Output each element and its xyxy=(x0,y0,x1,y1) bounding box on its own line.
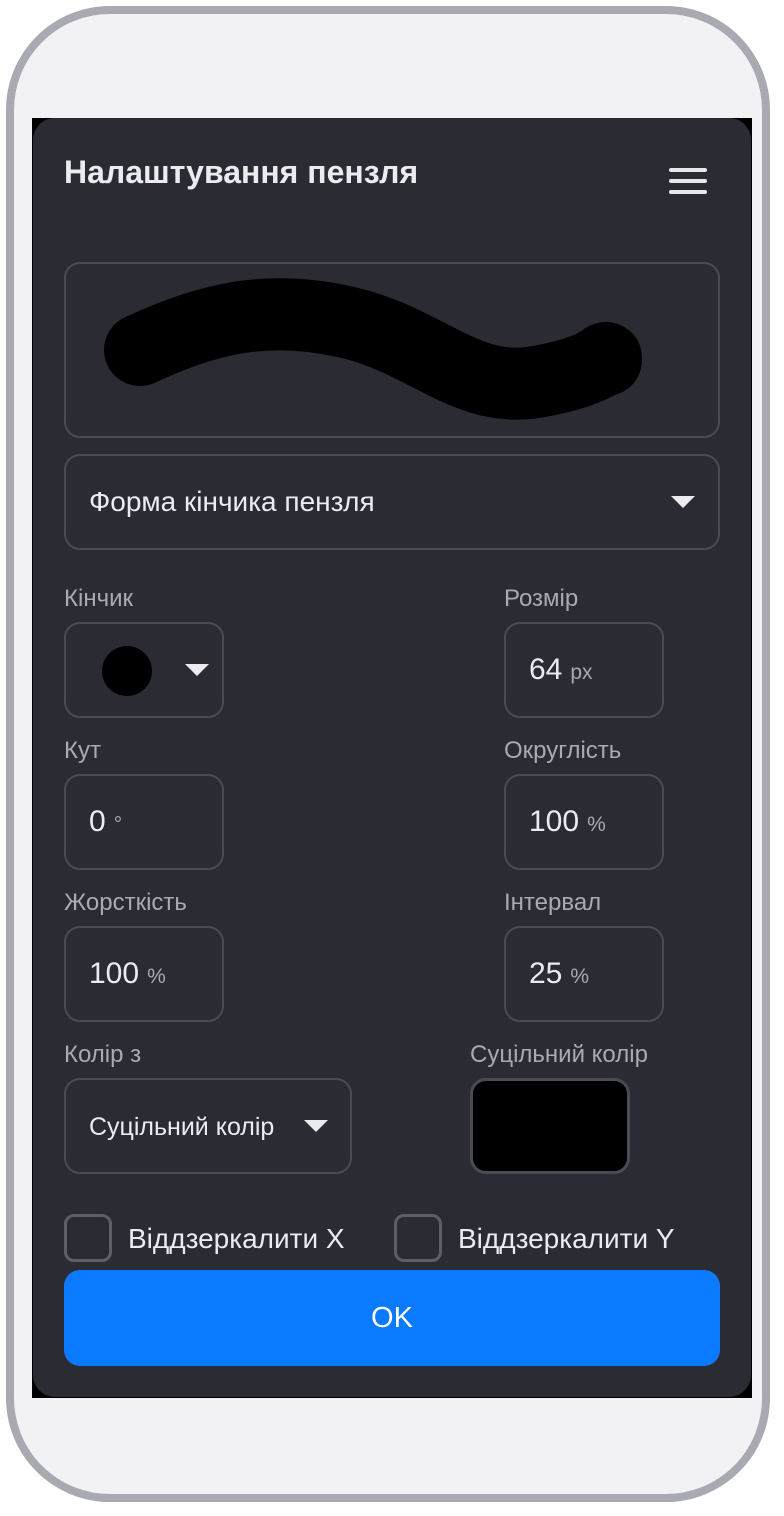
brush-shape-select-value: Форма кінчика пензля xyxy=(89,486,375,517)
chevron-down-icon xyxy=(671,496,695,508)
dialog-title: Налаштування пензля xyxy=(64,154,419,190)
hardness-value: 100 xyxy=(89,957,140,990)
roundness-label: Округлість xyxy=(504,737,622,764)
brush-settings-dialog: Налаштування пензля Форма кінчика пензля… xyxy=(33,118,751,1397)
chevron-down-icon xyxy=(304,1120,328,1132)
tip-label: Кінчик xyxy=(64,585,133,612)
spacing-input[interactable]: 25% xyxy=(504,926,664,1022)
hardness-unit: % xyxy=(147,965,166,988)
brush-tip-select[interactable] xyxy=(64,622,224,718)
roundness-value: 100 xyxy=(529,805,580,838)
flip-y-checkbox[interactable] xyxy=(394,1214,442,1262)
flip-x-checkbox[interactable] xyxy=(64,1214,112,1262)
angle-label: Кут xyxy=(64,737,101,764)
solid-color-swatch[interactable] xyxy=(470,1078,630,1174)
hamburger-menu-icon[interactable] xyxy=(669,168,707,196)
ok-button[interactable]: OK xyxy=(64,1270,720,1366)
brush-stroke-icon xyxy=(104,278,642,420)
size-value: 64 xyxy=(529,653,563,686)
size-unit: px xyxy=(570,661,593,684)
hardness-label: Жорсткість xyxy=(64,889,187,916)
brush-stroke-preview xyxy=(64,262,720,438)
solid-color-label: Суцільний колір xyxy=(470,1041,648,1068)
angle-input[interactable]: 0 ° xyxy=(64,774,224,870)
spacing-value: 25 xyxy=(529,957,563,990)
spacing-unit: % xyxy=(570,965,590,988)
round-tip-icon xyxy=(102,646,152,696)
color-source-label: Колір з xyxy=(64,1041,142,1068)
brush-shape-select[interactable]: Форма кінчика пензля xyxy=(64,454,720,550)
flip-x-label: Віддзеркалити X xyxy=(128,1223,345,1254)
spacing-label: Інтервал xyxy=(504,889,602,916)
size-label: Розмір xyxy=(504,585,579,612)
roundness-input[interactable]: 100% xyxy=(504,774,664,870)
flip-y-label: Віддзеркалити Y xyxy=(458,1223,675,1254)
chevron-down-icon xyxy=(185,664,209,676)
color-source-select[interactable]: Суцільний колір xyxy=(64,1078,352,1174)
roundness-unit: % xyxy=(587,813,606,836)
angle-unit: ° xyxy=(113,813,123,836)
size-input[interactable]: 64 px xyxy=(504,622,664,718)
color-source-value: Суцільний колір xyxy=(89,1113,275,1141)
hardness-input[interactable]: 100% xyxy=(64,926,224,1022)
angle-value: 0 xyxy=(89,805,106,838)
